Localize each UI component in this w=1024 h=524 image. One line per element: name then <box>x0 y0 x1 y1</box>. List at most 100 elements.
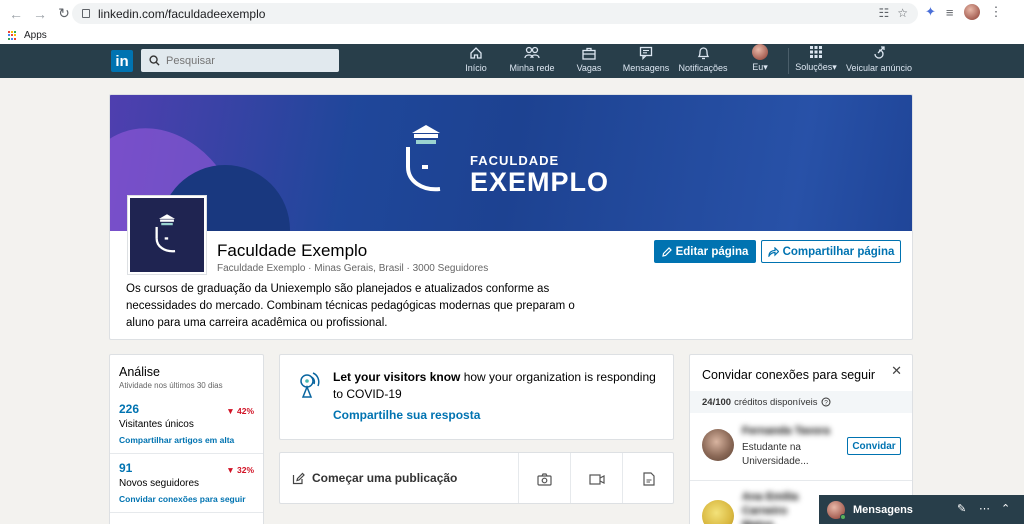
banner-title-small: FACULDADE <box>470 153 560 168</box>
new-followers-change: ▼ 32% <box>226 465 254 475</box>
compose-message-icon[interactable]: ✎ <box>957 502 966 515</box>
linkedin-logo[interactable]: in <box>111 50 133 72</box>
grid-icon <box>808 44 824 60</box>
nav-messaging[interactable]: Mensagens <box>621 44 671 78</box>
nav-label: Notificações <box>678 63 728 73</box>
faculdade-logo-icon <box>406 125 441 192</box>
chevron-up-icon[interactable]: ⌃ <box>1001 502 1010 515</box>
divider <box>690 480 912 481</box>
avatar[interactable] <box>702 429 734 461</box>
help-icon[interactable]: ? <box>821 397 831 407</box>
document-icon <box>642 472 655 486</box>
forward-icon[interactable]: → <box>32 6 48 22</box>
search-box[interactable] <box>141 49 339 72</box>
camera-icon <box>537 472 552 486</box>
network-icon <box>524 45 540 61</box>
search-input[interactable] <box>166 54 336 67</box>
page-description: Os cursos de graduação da Uniexemplo são… <box>126 283 575 329</box>
covid-prompt: Let your visitors know how your organiza… <box>333 370 656 401</box>
edit-page-button[interactable]: Editar página <box>654 240 756 263</box>
nav-home[interactable]: Início <box>463 44 489 78</box>
unique-visitors-label: Visitantes únicos <box>119 419 194 430</box>
video-icon <box>588 473 605 485</box>
reading-list-icon[interactable]: ≡ <box>946 5 954 20</box>
nav-advertise[interactable]: Veicular anúncio <box>845 44 913 78</box>
nav-notifications[interactable]: Notificações <box>676 44 730 78</box>
more-options-icon[interactable]: ⋯ <box>979 502 990 515</box>
nav-solutions[interactable]: Soluções▾ <box>791 44 841 78</box>
avatar <box>752 44 768 60</box>
extension-icon[interactable]: ✦ <box>925 4 936 20</box>
add-video-button[interactable] <box>570 453 622 503</box>
share-page-label: Compartilhar página <box>782 245 895 258</box>
nav-label: Veicular anúncio <box>845 63 913 73</box>
nav-label: Início <box>465 63 487 73</box>
menu-icon[interactable]: ⋮ <box>990 4 1003 20</box>
person-name[interactable]: Fernanda Tavora <box>742 425 830 437</box>
nav-label: Minha rede <box>509 63 555 73</box>
reload-icon[interactable]: ↻ <box>56 5 72 22</box>
apps-icon[interactable] <box>8 30 18 41</box>
nav-label: Vagas <box>576 63 602 73</box>
cover-banner: FACULDADE EXEMPLO <box>110 95 912 231</box>
analytics-card: Análise Atividade nos últimos 30 dias 22… <box>109 354 264 524</box>
address-bar[interactable]: linkedin.com/faculdadeexemplo ☷ ☆ <box>72 3 918 24</box>
divider <box>110 453 263 454</box>
apps-bookmark[interactable]: Apps <box>24 30 47 41</box>
profile-avatar[interactable] <box>963 4 980 20</box>
invite-connections-link[interactable]: Convidar conexões para seguir <box>119 494 246 504</box>
banner-title-large: EXEMPLO <box>470 167 610 197</box>
online-status-icon <box>840 514 846 520</box>
edit-page-label: Editar página <box>675 245 749 258</box>
nav-me[interactable]: Eu▾ <box>745 44 775 78</box>
new-followers-count[interactable]: 91 <box>119 461 132 475</box>
svg-text:?: ? <box>824 400 828 407</box>
messaging-label: Mensagens <box>853 504 913 516</box>
company-logo <box>127 195 207 275</box>
person-description: Estudante na Universidade... <box>742 442 809 467</box>
analytics-subtitle: Atividade nos últimos 30 dias <box>119 381 223 390</box>
nav-label: Mensagens <box>622 63 670 73</box>
share-articles-link[interactable]: Compartilhar artigos em alta <box>119 435 234 445</box>
invite-title: Convidar conexões para seguir <box>702 368 876 382</box>
broadcast-icon <box>300 372 320 398</box>
share-icon <box>767 246 779 257</box>
lock-icon <box>82 9 90 18</box>
url-text: linkedin.com/faculdadeexemplo <box>98 6 266 21</box>
post-composer: Começar uma publicação <box>279 452 674 504</box>
start-post-button[interactable]: Começar uma publicação <box>292 471 457 485</box>
share-page-button[interactable]: Compartilhar página <box>761 240 901 263</box>
unique-visitors-count[interactable]: 226 <box>119 402 139 416</box>
person-name[interactable]: Ana Emilia Carneiro Matos <box>742 490 822 524</box>
bookmark-star-icon[interactable]: ☆ <box>897 6 908 20</box>
briefcase-icon <box>581 45 597 61</box>
pencil-icon <box>661 246 672 257</box>
messages-icon <box>638 45 654 61</box>
back-icon[interactable]: ← <box>8 6 24 22</box>
nav-jobs[interactable]: Vagas <box>576 44 602 78</box>
nav-label: Soluções▾ <box>795 62 837 72</box>
messaging-bar[interactable]: Mensagens ✎ ⋯ ⌃ <box>819 495 1024 524</box>
search-icon <box>149 55 160 66</box>
invite-button[interactable]: Convidar <box>847 437 901 455</box>
unique-visitors-change: ▼ 42% <box>226 406 254 416</box>
nav-divider <box>788 48 789 74</box>
close-icon[interactable]: ✕ <box>891 363 902 379</box>
new-followers-label: Novos seguidores <box>119 478 200 489</box>
bookmarks-bar: Apps <box>0 27 1024 44</box>
add-document-button[interactable] <box>622 453 673 503</box>
page-title: Faculdade Exemplo <box>217 241 368 260</box>
home-icon <box>468 45 484 61</box>
avatar[interactable] <box>702 500 734 524</box>
compose-icon <box>292 472 305 484</box>
company-logo-icon <box>155 214 176 253</box>
analytics-title: Análise <box>119 365 160 379</box>
add-photo-button[interactable] <box>518 453 570 503</box>
covid-response-card: Let your visitors know how your organiza… <box>279 354 674 440</box>
translate-icon[interactable]: ☷ <box>878 6 889 20</box>
page-subtitle: Faculdade Exemplo · Minas Gerais, Brasil… <box>217 263 489 274</box>
start-post-label: Começar uma publicação <box>312 471 458 485</box>
nav-network[interactable]: Minha rede <box>507 44 557 78</box>
page-top-card: FACULDADE EXEMPLO Faculdade Exemplo Facu… <box>109 94 913 340</box>
share-response-link[interactable]: Compartilhe sua resposta <box>333 408 480 422</box>
